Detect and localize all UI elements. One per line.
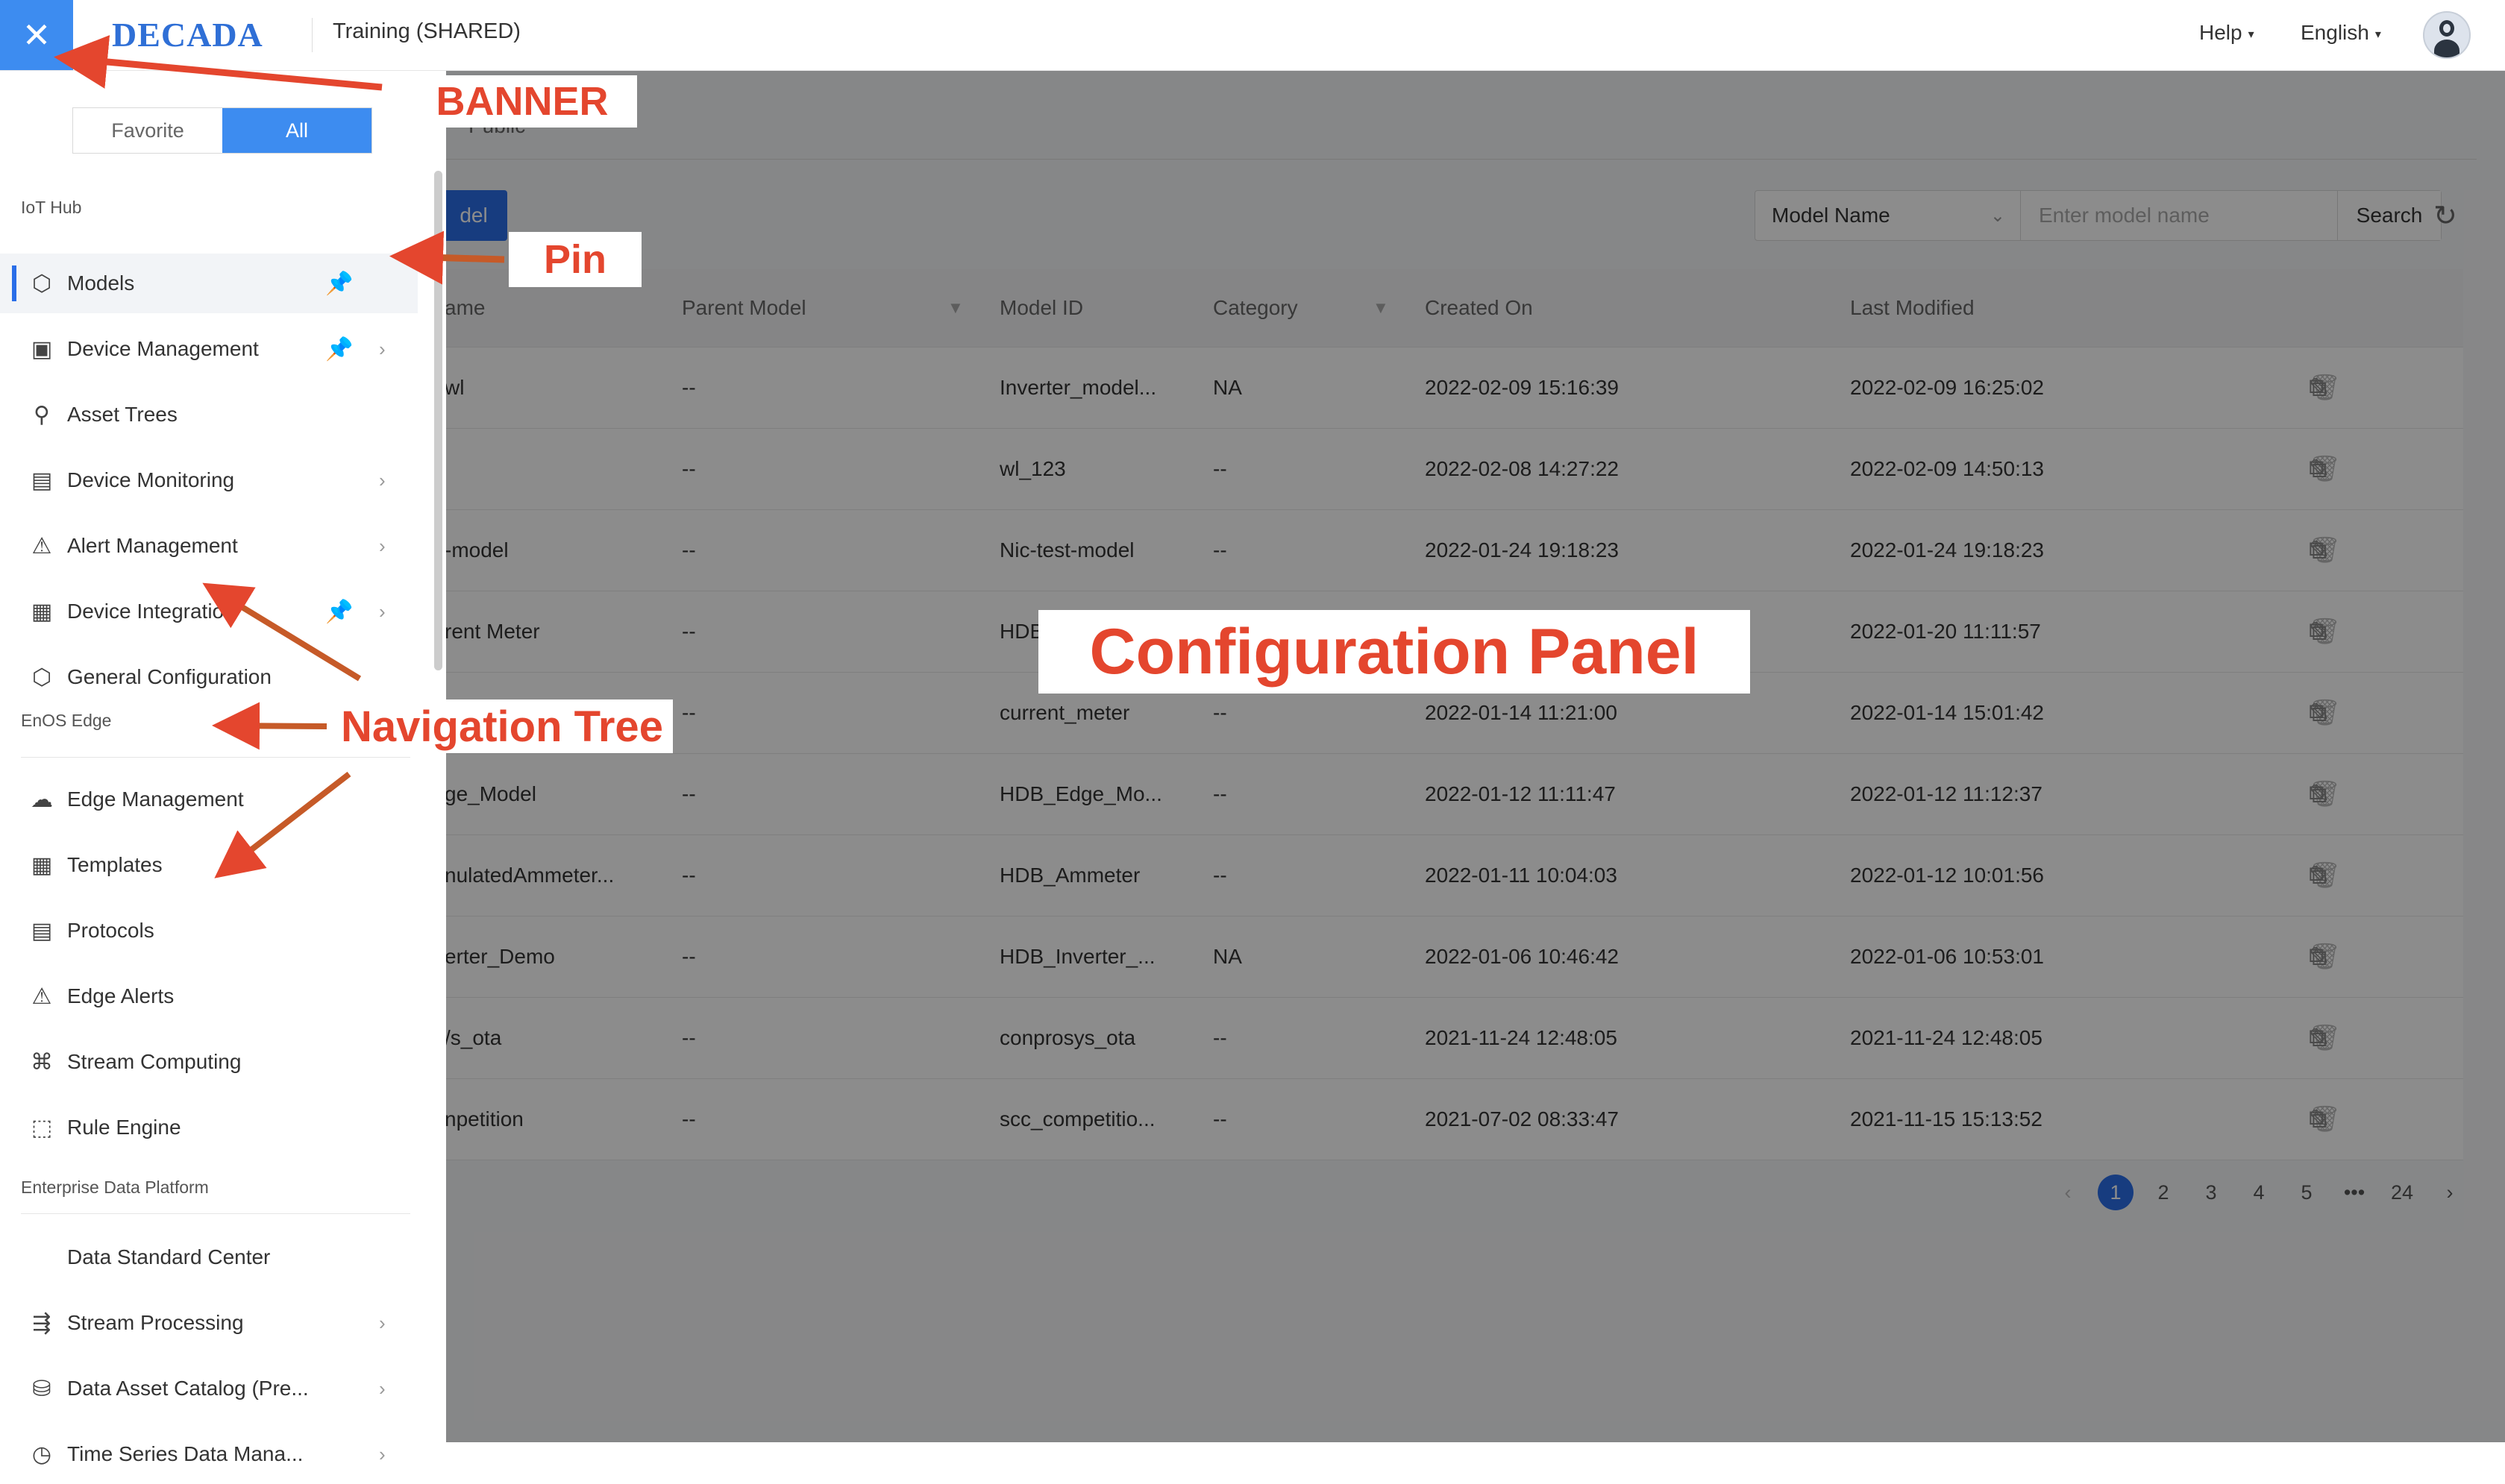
chevron-right-icon[interactable]: ›	[379, 1443, 386, 1466]
pin-arrow	[389, 230, 505, 285]
nav-tree-arrow-1	[202, 582, 362, 682]
nav-tree-arrow-3	[214, 771, 351, 878]
nav-item-label: Time Series Data Mana...	[67, 1442, 304, 1465]
banner-arrow	[54, 35, 383, 91]
configuration-panel-callout: Configuration Panel	[1038, 610, 1750, 694]
navigation-tree-callout: Navigation Tree	[331, 699, 673, 753]
pin-callout: Pin	[509, 232, 642, 287]
timeseries-icon: ◷	[31, 1441, 52, 1467]
banner-callout: BANNER	[407, 75, 637, 128]
